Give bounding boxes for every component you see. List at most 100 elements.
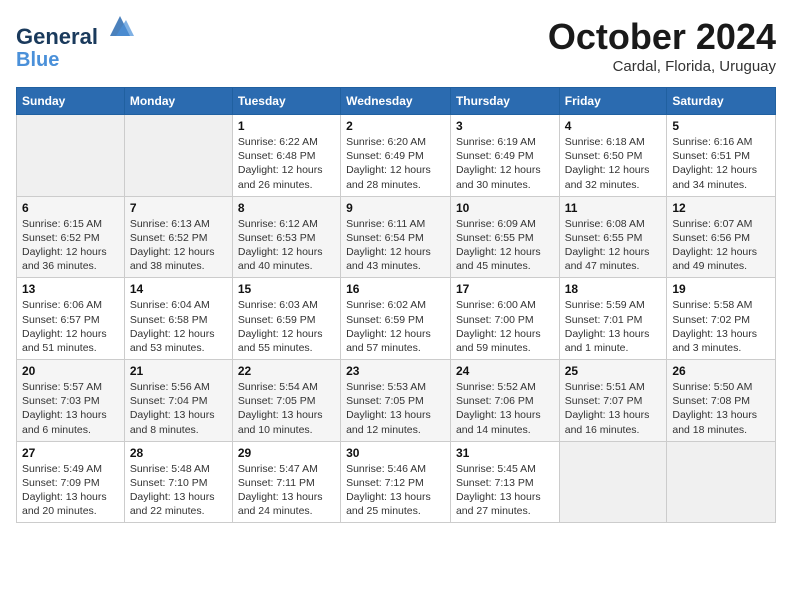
day-detail: Sunrise: 5:47 AM Sunset: 7:11 PM Dayligh…	[238, 462, 335, 519]
calendar-day: 10 Sunrise: 6:09 AM Sunset: 6:55 PM Dayli…	[450, 196, 559, 278]
day-number: 17	[456, 282, 554, 296]
calendar-day: 3 Sunrise: 6:19 AM Sunset: 6:49 PM Daylig…	[450, 115, 559, 197]
calendar-day: 26 Sunrise: 5:50 AM Sunset: 7:08 PM Dayli…	[667, 360, 776, 442]
calendar-day: 11Sunrise: 6:08 AM Sunset: 6:55 PM Dayli…	[559, 196, 667, 278]
calendar-day: 25 Sunrise: 5:51 AM Sunset: 7:07 PM Dayli…	[559, 360, 667, 442]
day-header-sunday: Sunday	[17, 88, 125, 115]
calendar-day: 22 Sunrise: 5:54 AM Sunset: 7:05 PM Dayli…	[232, 360, 340, 442]
day-detail: Sunrise: 5:56 AM Sunset: 7:04 PM Dayligh…	[130, 380, 227, 437]
day-header-tuesday: Tuesday	[232, 88, 340, 115]
day-detail: Sunrise: 5:58 AM Sunset: 7:02 PM Dayligh…	[672, 298, 770, 355]
calendar-day: 12 Sunrise: 6:07 AM Sunset: 6:56 PM Dayli…	[667, 196, 776, 278]
calendar-day: 16 Sunrise: 6:02 AM Sunset: 6:59 PM Dayli…	[341, 278, 451, 360]
day-detail: Sunrise: 5:50 AM Sunset: 7:08 PM Dayligh…	[672, 380, 770, 437]
day-detail: Sunrise: 5:57 AM Sunset: 7:03 PM Dayligh…	[22, 380, 119, 437]
day-number: 25	[565, 364, 662, 378]
calendar-day: 6 Sunrise: 6:15 AM Sunset: 6:52 PM Daylig…	[17, 196, 125, 278]
day-number: 19	[672, 282, 770, 296]
day-detail: Sunrise: 5:49 AM Sunset: 7:09 PM Dayligh…	[22, 462, 119, 519]
calendar-day: 30Sunrise: 5:46 AM Sunset: 7:12 PM Dayli…	[341, 441, 451, 523]
day-number: 5	[672, 119, 770, 133]
calendar-day: 24Sunrise: 5:52 AM Sunset: 7:06 PM Dayli…	[450, 360, 559, 442]
logo-text: General	[16, 16, 134, 49]
day-header-thursday: Thursday	[450, 88, 559, 115]
day-detail: Sunrise: 6:06 AM Sunset: 6:57 PM Dayligh…	[22, 298, 119, 355]
day-number: 10	[456, 201, 554, 215]
day-detail: Sunrise: 6:07 AM Sunset: 6:56 PM Dayligh…	[672, 217, 770, 274]
day-detail: Sunrise: 5:48 AM Sunset: 7:10 PM Dayligh…	[130, 462, 227, 519]
calendar-day	[124, 115, 232, 197]
day-number: 22	[238, 364, 335, 378]
day-detail: Sunrise: 6:02 AM Sunset: 6:59 PM Dayligh…	[346, 298, 445, 355]
day-number: 29	[238, 446, 335, 460]
calendar-day: 7 Sunrise: 6:13 AM Sunset: 6:52 PM Daylig…	[124, 196, 232, 278]
day-detail: Sunrise: 6:03 AM Sunset: 6:59 PM Dayligh…	[238, 298, 335, 355]
day-number: 18	[565, 282, 662, 296]
calendar-day: 29 Sunrise: 5:47 AM Sunset: 7:11 PM Dayli…	[232, 441, 340, 523]
calendar-day: 20 Sunrise: 5:57 AM Sunset: 7:03 PM Dayli…	[17, 360, 125, 442]
day-number: 2	[346, 119, 445, 133]
day-header-monday: Monday	[124, 88, 232, 115]
day-number: 26	[672, 364, 770, 378]
day-detail: Sunrise: 6:08 AM Sunset: 6:55 PM Dayligh…	[565, 217, 662, 274]
calendar-week-3: 13Sunrise: 6:06 AM Sunset: 6:57 PM Dayli…	[17, 278, 776, 360]
calendar-week-2: 6 Sunrise: 6:15 AM Sunset: 6:52 PM Daylig…	[17, 196, 776, 278]
calendar-day: 8 Sunrise: 6:12 AM Sunset: 6:53 PM Daylig…	[232, 196, 340, 278]
day-detail: Sunrise: 5:54 AM Sunset: 7:05 PM Dayligh…	[238, 380, 335, 437]
day-number: 15	[238, 282, 335, 296]
day-number: 9	[346, 201, 445, 215]
day-number: 1	[238, 119, 335, 133]
day-detail: Sunrise: 6:13 AM Sunset: 6:52 PM Dayligh…	[130, 217, 227, 274]
day-detail: Sunrise: 5:51 AM Sunset: 7:07 PM Dayligh…	[565, 380, 662, 437]
day-number: 12	[672, 201, 770, 215]
day-header-wednesday: Wednesday	[341, 88, 451, 115]
calendar-day: 18Sunrise: 5:59 AM Sunset: 7:01 PM Dayli…	[559, 278, 667, 360]
calendar-day: 19 Sunrise: 5:58 AM Sunset: 7:02 PM Dayli…	[667, 278, 776, 360]
day-number: 28	[130, 446, 227, 460]
day-detail: Sunrise: 6:22 AM Sunset: 6:48 PM Dayligh…	[238, 135, 335, 192]
logo-icon	[106, 12, 134, 40]
day-number: 6	[22, 201, 119, 215]
day-number: 16	[346, 282, 445, 296]
day-detail: Sunrise: 5:46 AM Sunset: 7:12 PM Dayligh…	[346, 462, 445, 519]
day-number: 23	[346, 364, 445, 378]
calendar-day: 2 Sunrise: 6:20 AM Sunset: 6:49 PM Daylig…	[341, 115, 451, 197]
day-detail: Sunrise: 6:04 AM Sunset: 6:58 PM Dayligh…	[130, 298, 227, 355]
day-detail: Sunrise: 6:09 AM Sunset: 6:55 PM Dayligh…	[456, 217, 554, 274]
day-detail: Sunrise: 6:18 AM Sunset: 6:50 PM Dayligh…	[565, 135, 662, 192]
calendar-day: 28 Sunrise: 5:48 AM Sunset: 7:10 PM Dayli…	[124, 441, 232, 523]
calendar-table: SundayMondayTuesdayWednesdayThursdayFrid…	[16, 87, 776, 523]
calendar-day	[559, 441, 667, 523]
calendar-day: 1 Sunrise: 6:22 AM Sunset: 6:48 PM Daylig…	[232, 115, 340, 197]
day-detail: Sunrise: 6:16 AM Sunset: 6:51 PM Dayligh…	[672, 135, 770, 192]
calendar-header-row: SundayMondayTuesdayWednesdayThursdayFrid…	[17, 88, 776, 115]
day-number: 27	[22, 446, 119, 460]
calendar-day: 31Sunrise: 5:45 AM Sunset: 7:13 PM Dayli…	[450, 441, 559, 523]
day-detail: Sunrise: 6:19 AM Sunset: 6:49 PM Dayligh…	[456, 135, 554, 192]
day-detail: Sunrise: 6:12 AM Sunset: 6:53 PM Dayligh…	[238, 217, 335, 274]
logo: General Blue	[16, 16, 134, 71]
day-detail: Sunrise: 5:53 AM Sunset: 7:05 PM Dayligh…	[346, 380, 445, 437]
day-detail: Sunrise: 6:15 AM Sunset: 6:52 PM Dayligh…	[22, 217, 119, 274]
day-detail: Sunrise: 6:20 AM Sunset: 6:49 PM Dayligh…	[346, 135, 445, 192]
day-number: 7	[130, 201, 227, 215]
page-header: General Blue October 2024 Cardal, Florid…	[16, 16, 776, 75]
calendar-day: 27 Sunrise: 5:49 AM Sunset: 7:09 PM Dayli…	[17, 441, 125, 523]
day-header-saturday: Saturday	[667, 88, 776, 115]
day-number: 3	[456, 119, 554, 133]
month-title: October 2024	[548, 16, 776, 58]
day-detail: Sunrise: 6:00 AM Sunset: 7:00 PM Dayligh…	[456, 298, 554, 355]
calendar-day: 17 Sunrise: 6:00 AM Sunset: 7:00 PM Dayli…	[450, 278, 559, 360]
calendar-day: 21Sunrise: 5:56 AM Sunset: 7:04 PM Dayli…	[124, 360, 232, 442]
day-number: 24	[456, 364, 554, 378]
logo-blue: Blue	[16, 49, 134, 71]
day-number: 31	[456, 446, 554, 460]
calendar-day: 5 Sunrise: 6:16 AM Sunset: 6:51 PM Daylig…	[667, 115, 776, 197]
calendar-week-1: 1 Sunrise: 6:22 AM Sunset: 6:48 PM Daylig…	[17, 115, 776, 197]
day-number: 20	[22, 364, 119, 378]
day-detail: Sunrise: 6:11 AM Sunset: 6:54 PM Dayligh…	[346, 217, 445, 274]
calendar-day: 13Sunrise: 6:06 AM Sunset: 6:57 PM Dayli…	[17, 278, 125, 360]
title-area: October 2024 Cardal, Florida, Uruguay	[548, 16, 776, 75]
calendar-week-5: 27 Sunrise: 5:49 AM Sunset: 7:09 PM Dayli…	[17, 441, 776, 523]
day-number: 8	[238, 201, 335, 215]
